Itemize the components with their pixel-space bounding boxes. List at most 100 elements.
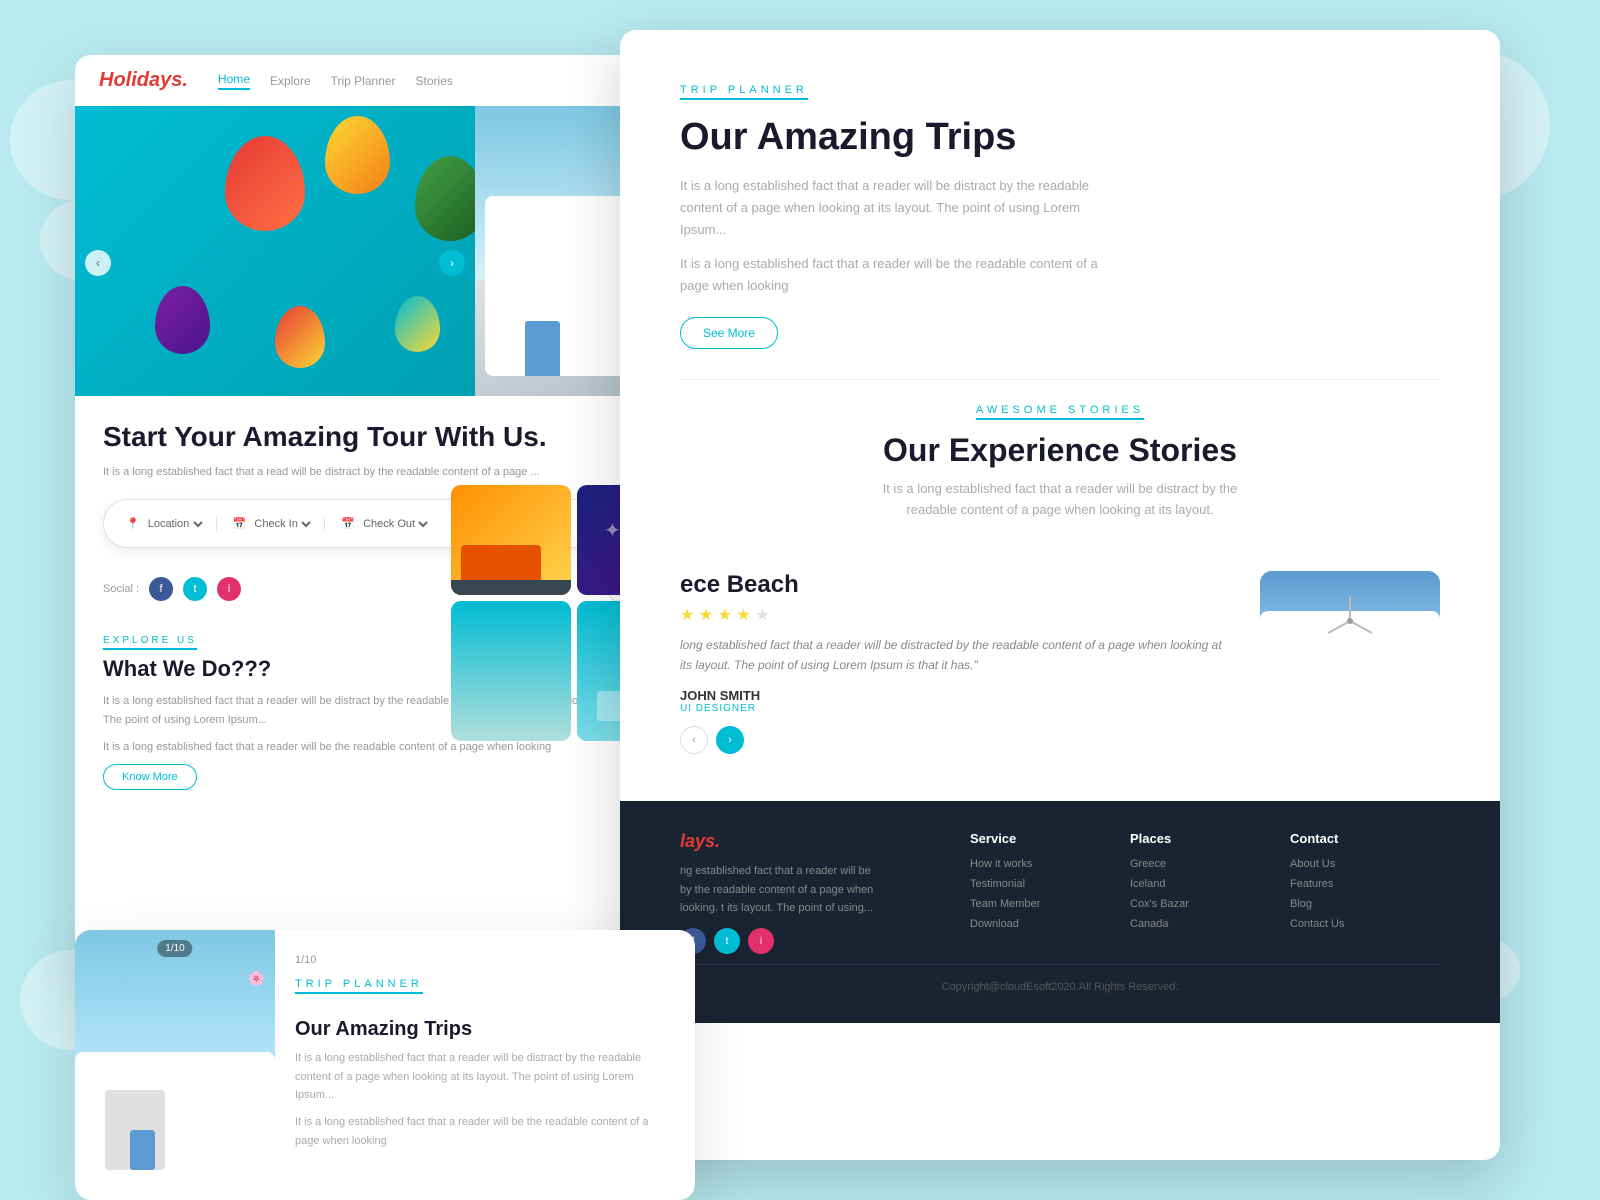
windmill-body: [1260, 611, 1440, 771]
footer-section: lays. ng established fact that a reader …: [620, 801, 1500, 1023]
balloon-5: [275, 306, 325, 368]
hero-next-btn[interactable]: ›: [439, 250, 465, 276]
trip-planner-desc2: It is a long established fact that a rea…: [680, 253, 1100, 297]
footer-ig-icon[interactable]: i: [748, 928, 774, 954]
main-card: Holidays. Home Explore Trip Planner Stor…: [75, 55, 695, 975]
hero-description: It is a long established fact that a rea…: [103, 464, 667, 482]
nav-stories[interactable]: Stories: [416, 74, 453, 88]
star-1: ★: [680, 607, 694, 624]
bottom-flowers: 🌸: [248, 970, 265, 987]
stories-section: Awesome Stories Our Experience Stories I…: [620, 380, 1500, 551]
hero-title: Start Your Amazing Tour With Us.: [103, 420, 667, 454]
footer-places-link-1[interactable]: Iceland: [1130, 878, 1270, 890]
footer-service-title: Service: [970, 831, 1110, 846]
checkin-icon: 📅: [233, 517, 247, 530]
footer-service-link-2[interactable]: Team Member: [970, 898, 1110, 910]
footer-contact-link-1[interactable]: Features: [1290, 878, 1440, 890]
star-3: ★: [718, 607, 732, 624]
trip-planner-desc1: It is a long established fact that a rea…: [680, 175, 1100, 241]
twitter-icon[interactable]: t: [183, 577, 207, 601]
testimonial-nav: ‹ ›: [680, 726, 1230, 754]
footer-tw-icon[interactable]: t: [714, 928, 740, 954]
checkout-select[interactable]: Check Out: [359, 517, 431, 531]
bottom-trip-desc1: It is a long established fact that a rea…: [295, 1049, 675, 1105]
bottom-trip-label: Trip Planner: [295, 978, 423, 994]
testimonial-place: ece Beach: [680, 571, 1230, 599]
stories-label: Awesome Stories: [976, 404, 1144, 420]
van-image: [451, 485, 571, 595]
footer-places-link-3[interactable]: Canada: [1130, 918, 1270, 930]
testimonial-next-btn[interactable]: ›: [716, 726, 744, 754]
footer-service-link-0[interactable]: How it works: [970, 858, 1110, 870]
star-rating: ★ ★ ★ ★ ★: [680, 605, 1230, 625]
footer-service-link-1[interactable]: Testimonial: [970, 878, 1110, 890]
facebook-icon[interactable]: f: [149, 577, 173, 601]
footer-places-link-2[interactable]: Cox's Bazar: [1130, 898, 1270, 910]
nav-explore[interactable]: Explore: [270, 74, 311, 88]
balloon-4: [155, 286, 210, 354]
footer-places-link-0[interactable]: Greece: [1130, 858, 1270, 870]
location-field[interactable]: 📍 Location: [116, 517, 217, 531]
checkout-field[interactable]: 📅 Check Out: [331, 517, 441, 531]
footer-service-link-3[interactable]: Download: [970, 918, 1110, 930]
bottom-counter-badge: 1/10: [157, 940, 192, 957]
hero-image: 🌸🌺 ‹ ›: [75, 106, 695, 396]
footer-places-col: Places Greece Iceland Cox's Bazar Canada: [1130, 831, 1270, 954]
know-more-button[interactable]: Know More: [103, 764, 197, 790]
footer-contact-col: Contact About Us Features Blog Contact U…: [1290, 831, 1440, 954]
footer-spacer: [900, 831, 950, 954]
explore-label: Explore Us: [103, 635, 197, 650]
windmill-blades-svg: [1320, 591, 1380, 651]
trip-planner-section: Trip Planner Our Amazing Trips It is a l…: [620, 30, 1500, 379]
testimonial-image: [1260, 571, 1440, 771]
footer-social-icons: f t i: [680, 928, 880, 954]
hero-prev-btn[interactable]: ‹: [85, 250, 111, 276]
footer-contact-title: Contact: [1290, 831, 1440, 846]
see-more-button[interactable]: See More: [680, 317, 778, 349]
star-2: ★: [699, 607, 713, 624]
footer-description: ng established fact that a reader will b…: [680, 862, 880, 918]
star-4: ★: [736, 607, 750, 624]
location-select[interactable]: Location: [144, 517, 206, 531]
place-text: ece Beach: [680, 571, 799, 598]
bottom-counter-label: 1/10: [295, 954, 675, 966]
testimonial-text: ece Beach ★ ★ ★ ★ ★ long established fac…: [680, 571, 1230, 754]
location-icon: 📍: [126, 517, 140, 530]
social-label: Social :: [103, 583, 139, 595]
checkin-select[interactable]: Check In: [250, 517, 314, 531]
nav-trip-planner[interactable]: Trip Planner: [331, 74, 396, 88]
nav-home[interactable]: Home: [218, 72, 250, 90]
star-5-empty: ★: [755, 607, 769, 624]
logo: Holidays.: [99, 69, 188, 92]
bottom-card-content: 1/10 Trip Planner Our Amazing Trips It i…: [275, 930, 695, 1200]
footer-places-title: Places: [1130, 831, 1270, 846]
beach-image: [451, 601, 571, 741]
stories-description: It is a long established fact that a rea…: [870, 479, 1250, 521]
footer-contact-link-0[interactable]: About Us: [1290, 858, 1440, 870]
testimonial-prev-btn[interactable]: ‹: [680, 726, 708, 754]
checkout-icon: 📅: [341, 517, 355, 530]
footer-brand: lays. ng established fact that a reader …: [680, 831, 880, 954]
checkin-field[interactable]: 📅 Check In: [223, 517, 326, 531]
reviewer-name: JOHN SMITH: [680, 688, 1230, 703]
greek-door: [525, 321, 560, 376]
footer-grid: lays. ng established fact that a reader …: [680, 831, 1440, 954]
bottom-trip-title: Our Amazing Trips: [295, 1018, 675, 1041]
testimonial-body: long established fact that a reader will…: [680, 635, 1230, 676]
balloon-1: [225, 136, 305, 231]
bottom-trip-desc2: It is a long established fact that a rea…: [295, 1113, 675, 1150]
footer-contact-link-3[interactable]: Contact Us: [1290, 918, 1440, 930]
balloon-2: [325, 116, 390, 194]
footer-contact-link-2[interactable]: Blog: [1290, 898, 1440, 910]
bottom-card-image: 🌸 1/10: [75, 930, 275, 1200]
trip-planner-label: Trip Planner: [680, 84, 808, 100]
bottom-card: 🌸 1/10 1/10 Trip Planner Our Amazing Tri…: [75, 930, 695, 1200]
footer-copyright: Copyright@cloudEsoft2020.All Rights Rese…: [680, 964, 1440, 993]
navbar: Holidays. Home Explore Trip Planner Stor…: [75, 55, 695, 106]
reviewer-role: UI DESIGNER: [680, 703, 1230, 714]
trip-planner-title: Our Amazing Trips: [680, 116, 1440, 159]
instagram-icon[interactable]: i: [217, 577, 241, 601]
right-card: Trip Planner Our Amazing Trips It is a l…: [620, 30, 1500, 1160]
testimonial-section: ece Beach ★ ★ ★ ★ ★ long established fac…: [620, 551, 1500, 801]
footer-logo: lays.: [680, 831, 880, 852]
